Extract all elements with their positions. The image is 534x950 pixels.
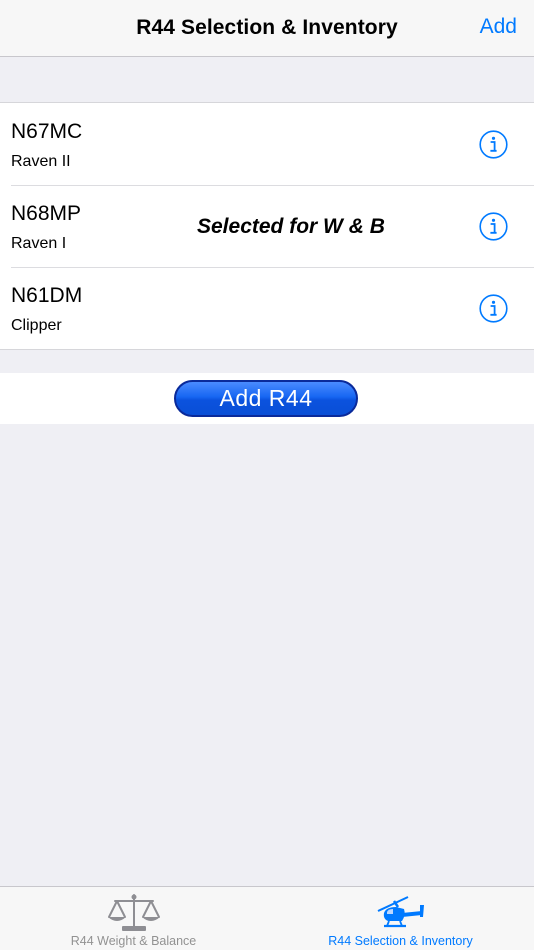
aircraft-registration: N68MP <box>11 202 82 225</box>
aircraft-model: Raven II <box>11 153 71 170</box>
page-title: R44 Selection & Inventory <box>136 16 398 39</box>
balance-scale-icon <box>105 893 163 938</box>
add-r44-button[interactable]: Add R44 <box>174 380 358 417</box>
info-icon[interactable] <box>479 294 508 323</box>
tab-bar: R44 Weight & Balance R44 Selection & Inv… <box>0 886 534 950</box>
info-icon[interactable] <box>479 212 508 241</box>
add-button[interactable]: Add <box>480 15 517 39</box>
aircraft-model: Clipper <box>11 317 62 334</box>
info-icon[interactable] <box>479 130 508 159</box>
tab-selection-inventory[interactable]: R44 Selection & Inventory <box>267 887 534 950</box>
navigation-bar: R44 Selection & Inventory Add <box>0 0 534 57</box>
aircraft-row-n61dm[interactable]: N61DM Clipper <box>0 267 534 349</box>
tab-label: R44 Selection & Inventory <box>328 934 473 948</box>
tab-label: R44 Weight & Balance <box>70 934 197 948</box>
aircraft-row-n67mc[interactable]: N67MC Raven II <box>0 103 534 185</box>
aircraft-model: Raven I <box>11 235 67 252</box>
add-r44-section: Add R44 <box>0 373 534 424</box>
selected-for-wb-label: Selected for W & B <box>197 215 385 238</box>
helicopter-icon <box>372 893 430 938</box>
aircraft-registration: N61DM <box>11 284 83 307</box>
tab-weight-balance[interactable]: R44 Weight & Balance <box>0 887 267 950</box>
aircraft-list: N67MC Raven II N68MP Raven I Selected fo… <box>0 102 534 350</box>
aircraft-registration: N67MC <box>11 120 83 143</box>
aircraft-row-n68mp[interactable]: N68MP Raven I Selected for W & B <box>0 185 534 267</box>
